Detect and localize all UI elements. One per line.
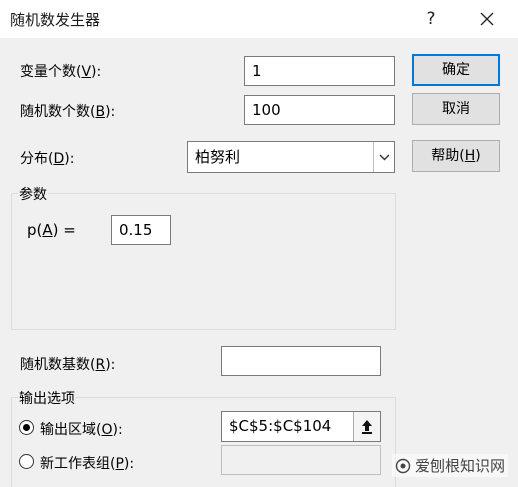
new-sheet-input <box>221 445 381 475</box>
output-range-value: $C$5:$C$104 <box>229 417 332 435</box>
ok-button[interactable]: 确定 <box>412 54 500 86</box>
new-sheet-label[interactable]: 新工作表组(P): <box>40 453 134 473</box>
output-options-group-label: 输出选项 <box>18 388 76 408</box>
num-random-input[interactable]: 100 <box>244 95 395 125</box>
num-variables-label: 变量个数(V): <box>20 64 102 80</box>
cancel-button[interactable]: 取消 <box>412 93 500 125</box>
output-range-radio[interactable] <box>19 420 34 435</box>
question-icon[interactable]: ? <box>418 7 444 31</box>
watermark-text: 爱刨根知识网 <box>414 457 505 475</box>
parameters-group-label: 参数 <box>18 184 48 204</box>
seed-input[interactable] <box>221 346 381 376</box>
help-button[interactable]: 帮助(H) <box>412 140 500 172</box>
distribution-label: 分布(D): <box>20 151 75 167</box>
watermark-logo-icon <box>395 458 411 473</box>
collapse-dialog-icon[interactable] <box>353 412 380 441</box>
p-input[interactable]: 0.15 <box>111 215 171 245</box>
num-variables-input[interactable]: 1 <box>244 56 395 86</box>
distribution-select[interactable]: 柏努利 <box>187 141 395 173</box>
watermark: 爱刨根知识网 <box>391 454 508 477</box>
dialog-title: 随机数发生器 <box>10 11 101 29</box>
num-random-label: 随机数个数(B): <box>20 104 116 120</box>
p-label: p(A) = <box>27 221 76 239</box>
seed-label: 随机数基数(R): <box>20 357 116 373</box>
output-range-label[interactable]: 输出区域(O): <box>40 419 123 439</box>
chevron-down-icon[interactable] <box>373 142 394 172</box>
parameters-group <box>11 193 396 330</box>
new-sheet-radio[interactable] <box>19 454 34 469</box>
output-range-input[interactable]: $C$5:$C$104 <box>221 411 381 442</box>
close-icon[interactable] <box>474 7 500 31</box>
distribution-value: 柏努利 <box>195 148 241 166</box>
